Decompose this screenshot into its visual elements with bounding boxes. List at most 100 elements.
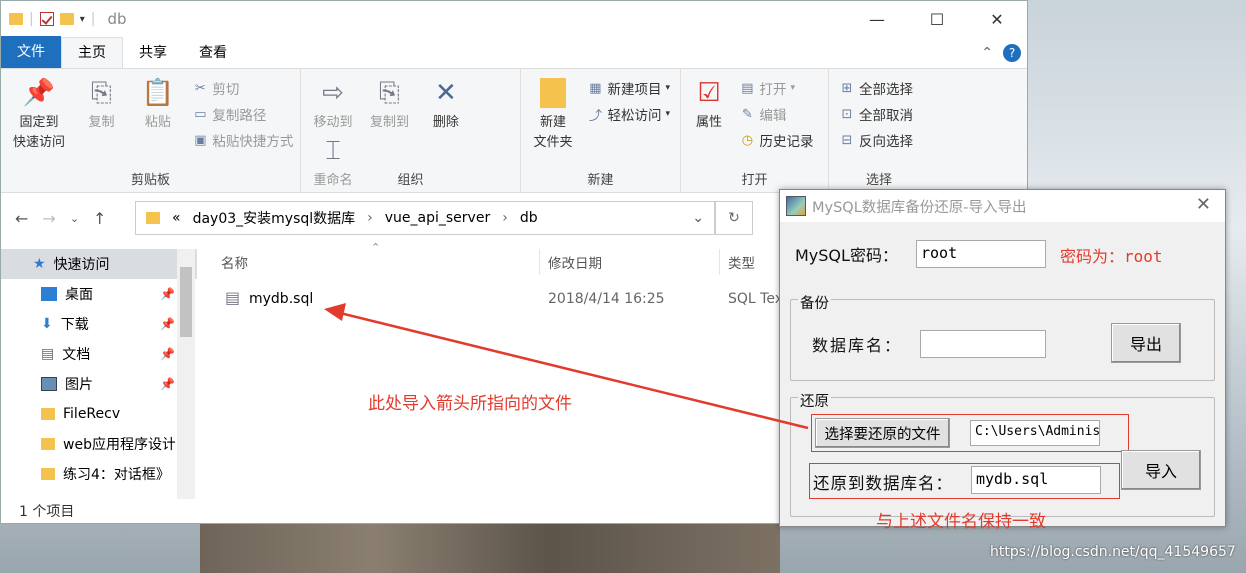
- copy-button[interactable]: ⎘ 复制: [75, 75, 127, 133]
- select-none-label: 全部取消: [859, 108, 913, 124]
- new-folder-button[interactable]: 新建 文件夹: [527, 75, 579, 153]
- copy-to-label: 复制到: [369, 115, 409, 130]
- breadcrumb-overflow[interactable]: «: [172, 210, 181, 226]
- column-modified[interactable]: 修改日期: [548, 252, 602, 272]
- forward-arrow-icon[interactable]: →: [42, 209, 55, 228]
- breadcrumb-item[interactable]: vue_api_server: [385, 210, 490, 226]
- maximize-button[interactable]: ☐: [907, 1, 967, 37]
- refresh-icon[interactable]: ↻: [715, 201, 753, 235]
- back-arrow-icon[interactable]: ←: [15, 209, 28, 228]
- pin-to-quick-access-button[interactable]: 📌 固定到 快速访问: [7, 75, 71, 153]
- file-type: SQL Tex: [728, 291, 783, 307]
- recent-locations-chevron-icon[interactable]: ⌄: [70, 212, 79, 225]
- pin-icon[interactable]: 📌: [160, 377, 175, 391]
- breadcrumb-item[interactable]: day03_安装mysql数据库: [193, 208, 356, 228]
- folder-icon: [41, 438, 55, 450]
- column-name[interactable]: 名称: [221, 252, 248, 272]
- invert-selection-button[interactable]: ⊟ 反向选择: [839, 127, 913, 153]
- paste-shortcut-icon: ▣: [194, 132, 207, 148]
- export-button[interactable]: 导出: [1111, 323, 1181, 363]
- help-icon[interactable]: ?: [1003, 44, 1021, 62]
- app-icon: [786, 196, 806, 216]
- desktop-wallpaper-detail: [200, 520, 780, 573]
- open-label: 打开: [759, 82, 787, 98]
- column-type[interactable]: 类型: [728, 252, 755, 272]
- file-name[interactable]: mydb.sql: [249, 291, 313, 307]
- tab-file[interactable]: 文件: [1, 36, 61, 68]
- edit-icon: ✎: [742, 106, 753, 122]
- paste-shortcut-button[interactable]: ▣ 粘贴快捷方式: [192, 127, 293, 153]
- move-to-button[interactable]: ⇨ 移动到: [307, 75, 359, 133]
- copy-to-button[interactable]: ⎘ 复制到: [363, 75, 415, 133]
- sidebar-item-exercise[interactable]: 练习4：对话框》: [1, 459, 197, 489]
- select-all-label: 全部选择: [859, 82, 913, 98]
- new-item-button[interactable]: ▦ 新建项目 ▾: [587, 75, 670, 101]
- select-all-button[interactable]: ⊞ 全部选择: [839, 75, 913, 101]
- easy-access-button[interactable]: ⤴ 轻松访问 ▾: [587, 101, 670, 127]
- backup-group-label: 备份: [798, 292, 831, 313]
- name-annotation-text: 与上述文件名保持一致: [876, 512, 1046, 532]
- navigation-scrollbar[interactable]: [177, 249, 195, 499]
- cut-button[interactable]: ✂ 剪切: [192, 75, 293, 101]
- open-button[interactable]: ▤ 打开 ▾: [739, 75, 813, 101]
- folder-icon[interactable]: [9, 13, 23, 25]
- select-none-button[interactable]: ⊡ 全部取消: [839, 101, 913, 127]
- address-bar[interactable]: « day03_安装mysql数据库 › vue_api_server › db…: [135, 201, 715, 235]
- paste-button[interactable]: 📋 粘贴: [132, 75, 184, 133]
- clipboard-group-label: 剪贴板: [130, 173, 170, 188]
- edit-button[interactable]: ✎ 编辑: [739, 101, 813, 127]
- history-button[interactable]: ◷ 历史记录: [739, 127, 814, 153]
- ribbon: 📌 固定到 快速访问 ⎘ 复制 📋 粘贴 ✂ 剪切 ▭ 复制路径 ▣ 粘贴快捷方式 剪…: [1, 69, 1027, 193]
- table-row[interactable]: ▤ mydb.sql 2018/4/14 16:25 SQL Tex: [197, 285, 787, 315]
- file-path-input[interactable]: C:\Users\Administrat: [970, 420, 1100, 446]
- properties-check-icon: ☑: [697, 78, 721, 108]
- pin-icon[interactable]: 📌: [160, 317, 175, 331]
- ribbon-tabs: 文件 主页 共享 查看 ⌃ ?: [1, 36, 1027, 69]
- password-input[interactable]: root: [916, 240, 1046, 268]
- copy-to-icon: ⎘: [379, 78, 400, 108]
- customize-dropdown-icon[interactable]: ▾: [80, 14, 85, 25]
- copy-path-button[interactable]: ▭ 复制路径: [192, 101, 293, 127]
- sidebar-item-filerecv[interactable]: FileRecv: [1, 399, 197, 429]
- scrollbar-thumb[interactable]: [180, 267, 192, 337]
- address-dropdown-chevron-icon[interactable]: ⌄: [692, 210, 704, 226]
- tab-home[interactable]: 主页: [61, 37, 123, 68]
- sort-indicator-icon: ⌃: [371, 241, 381, 254]
- file-list-header: ⌃ 名称 修改日期 类型: [197, 241, 787, 275]
- organize-group: ⇨ 移动到 ⎘ 复制到 ✕ 删除 ⌶ 重命名 组织: [301, 69, 521, 192]
- invert-selection-label: 反向选择: [859, 134, 913, 150]
- choose-file-button[interactable]: 选择要还原的文件: [815, 418, 950, 448]
- restore-db-input[interactable]: mydb.sql: [971, 466, 1101, 494]
- dialog-titlebar: MySQL数据库备份还原-导入导出 ✕: [780, 190, 1225, 222]
- breadcrumb-item[interactable]: db: [520, 210, 538, 226]
- import-button[interactable]: 导入: [1121, 450, 1201, 490]
- sidebar-item-desktop[interactable]: 桌面 📌: [1, 279, 197, 309]
- sidebar-item-quick-access[interactable]: ★ 快速访问: [1, 249, 197, 279]
- sidebar-item-pictures[interactable]: 图片 📌: [1, 369, 197, 399]
- pin-icon[interactable]: 📌: [160, 287, 175, 301]
- close-button[interactable]: ✕: [967, 1, 1027, 37]
- tab-view[interactable]: 查看: [183, 38, 243, 68]
- sidebar-item-downloads[interactable]: ⬇ 下载 📌: [1, 309, 197, 339]
- collapse-ribbon-icon[interactable]: ⌃: [981, 45, 993, 61]
- sql-file-icon: ▤: [225, 288, 241, 307]
- folder-icon: [41, 468, 55, 480]
- up-arrow-icon[interactable]: ↑: [93, 209, 106, 228]
- close-icon[interactable]: ✕: [1196, 194, 1211, 215]
- db-name-input[interactable]: [920, 330, 1046, 358]
- properties-button[interactable]: ☑ 属性: [687, 75, 731, 133]
- navigation-pane: ★ 快速访问 桌面 📌 ⬇ 下载 📌 ▤ 文档 📌 图片 📌 FileRecv web应用程序…: [1, 249, 197, 499]
- new-folder-icon[interactable]: [59, 13, 74, 25]
- tab-share[interactable]: 共享: [123, 38, 183, 68]
- invert-selection-icon: ⊟: [841, 132, 853, 148]
- minimize-button[interactable]: —: [847, 1, 907, 37]
- copy-icon: ⎘: [91, 78, 112, 108]
- sidebar-item-web-app[interactable]: web应用程序设计: [1, 429, 197, 459]
- edit-label: 编辑: [759, 108, 787, 124]
- properties-icon[interactable]: [39, 12, 54, 26]
- document-icon: ▤: [41, 346, 55, 362]
- pin-icon[interactable]: 📌: [160, 347, 175, 361]
- sidebar-item-documents[interactable]: ▤ 文档 📌: [1, 339, 197, 369]
- delete-button[interactable]: ✕ 删除: [420, 75, 472, 133]
- window-controls: — ☐ ✕: [847, 1, 1027, 37]
